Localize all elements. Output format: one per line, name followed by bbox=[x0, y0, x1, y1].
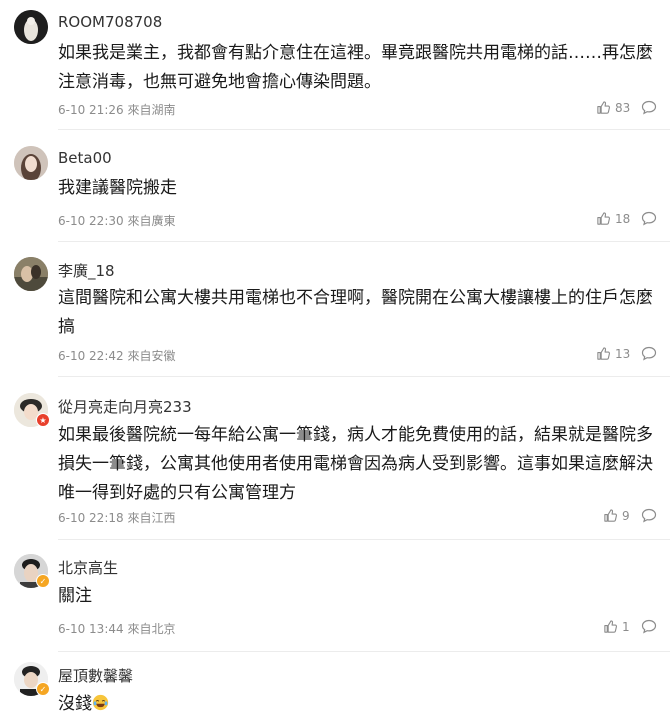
like-button[interactable]: 83 bbox=[596, 100, 630, 115]
like-count: 1 bbox=[622, 619, 630, 634]
comment-item: 李廣_18 這間醫院和公寓大樓共用電梯也不合理啊，醫院開在公寓大樓讓樓上的住戶怎… bbox=[0, 242, 670, 377]
comment-text: 如果我是業主，我都會有點介意住在這裡。畢竟跟醫院共用電梯的話……再怎麼注意消毒，… bbox=[58, 43, 653, 92]
thumbs-up-icon bbox=[604, 620, 618, 633]
comment-item: ✓ 北京高生 關注 6-10 13:44 來自北京 1 bbox=[0, 540, 670, 652]
comment-text: 沒錢 bbox=[58, 690, 658, 719]
like-button[interactable]: 18 bbox=[596, 211, 630, 226]
comment-location: 來自江西 bbox=[127, 511, 176, 525]
comment-meta: 6-10 13:44 來自北京 bbox=[58, 620, 175, 637]
verified-badge-icon: ★ bbox=[36, 413, 50, 427]
comment-item: ★ 從月亮走向月亮233 如果最後醫院統一每年給公寓一筆錢，病人才能免費使用的話… bbox=[0, 377, 670, 540]
reply-button[interactable] bbox=[641, 508, 657, 527]
comment-bubble-icon bbox=[641, 346, 657, 361]
comment-bubble-icon bbox=[641, 100, 657, 115]
comment-item: ROOM708708 如果我是業主，我都會有點介意住在這裡。畢竟跟醫院共用電梯的… bbox=[0, 0, 670, 130]
like-count: 9 bbox=[622, 508, 630, 523]
like-count: 18 bbox=[615, 211, 631, 226]
comment-time: 6-10 22:18 bbox=[58, 511, 124, 525]
comment-bubble-icon bbox=[641, 619, 657, 634]
reply-button[interactable] bbox=[641, 346, 657, 365]
comment-time: 6-10 21:26 bbox=[58, 103, 124, 117]
avatar[interactable] bbox=[14, 257, 48, 291]
comment-location: 來自廣東 bbox=[127, 214, 176, 228]
comment-location: 來自安徽 bbox=[127, 349, 176, 363]
comment-text: 如果最後醫院統一每年給公寓一筆錢，病人才能免費使用的話，結果就是醫院多損失一筆錢… bbox=[58, 425, 653, 503]
verified-badge-icon: ✓ bbox=[36, 682, 50, 696]
thumbs-up-icon bbox=[597, 101, 611, 114]
like-button[interactable]: 13 bbox=[596, 346, 630, 361]
avatar[interactable] bbox=[14, 146, 48, 180]
like-button[interactable]: 9 bbox=[603, 508, 630, 523]
username[interactable]: 北京高生 bbox=[58, 557, 118, 578]
laughing-tears-emoji-icon bbox=[92, 694, 109, 711]
comment-time: 6-10 13:44 bbox=[58, 622, 124, 636]
reply-button[interactable] bbox=[641, 619, 657, 638]
comment-item: Beta00 我建議醫院搬走 6-10 22:30 來自廣東 18 bbox=[0, 130, 670, 242]
reply-button[interactable] bbox=[641, 211, 657, 230]
username[interactable]: 屋頂數馨馨 bbox=[58, 665, 133, 686]
username[interactable]: Beta00 bbox=[58, 149, 112, 167]
comment-item: ✓ 屋頂數馨馨 沒錢 bbox=[0, 652, 670, 725]
comment-text-body: 沒錢 bbox=[58, 694, 92, 714]
thumbs-up-icon bbox=[604, 509, 618, 522]
verified-badge-icon: ✓ bbox=[36, 574, 50, 588]
comment-meta: 6-10 22:30 來自廣東 bbox=[58, 212, 175, 229]
comment-time: 6-10 22:30 bbox=[58, 214, 124, 228]
username[interactable]: 從月亮走向月亮233 bbox=[58, 396, 192, 417]
like-count: 13 bbox=[615, 346, 631, 361]
like-button[interactable]: 1 bbox=[603, 619, 630, 634]
username[interactable]: ROOM708708 bbox=[58, 13, 162, 31]
thumbs-up-icon bbox=[597, 347, 611, 360]
comment-meta: 6-10 21:26 來自湖南 bbox=[58, 101, 175, 118]
comment-text: 這間醫院和公寓大樓共用電梯也不合理啊，醫院開在公寓大樓讓樓上的住戶怎麼搞 bbox=[58, 288, 653, 337]
thumbs-up-icon bbox=[597, 212, 611, 225]
avatar[interactable] bbox=[14, 10, 48, 44]
comment-bubble-icon bbox=[641, 508, 657, 523]
comment-meta: 6-10 22:18 來自江西 bbox=[58, 509, 175, 526]
comment-location: 來自湖南 bbox=[127, 103, 176, 117]
comment-meta: 6-10 22:42 來自安徽 bbox=[58, 347, 175, 364]
comment-bubble-icon bbox=[641, 211, 657, 226]
like-count: 83 bbox=[615, 100, 631, 115]
comment-time: 6-10 22:42 bbox=[58, 349, 124, 363]
reply-button[interactable] bbox=[641, 100, 657, 119]
username[interactable]: 李廣_18 bbox=[58, 260, 115, 281]
comment-text: 我建議醫院搬走 bbox=[58, 178, 177, 198]
comment-location: 來自北京 bbox=[127, 622, 176, 636]
comment-text: 關注 bbox=[58, 586, 92, 606]
